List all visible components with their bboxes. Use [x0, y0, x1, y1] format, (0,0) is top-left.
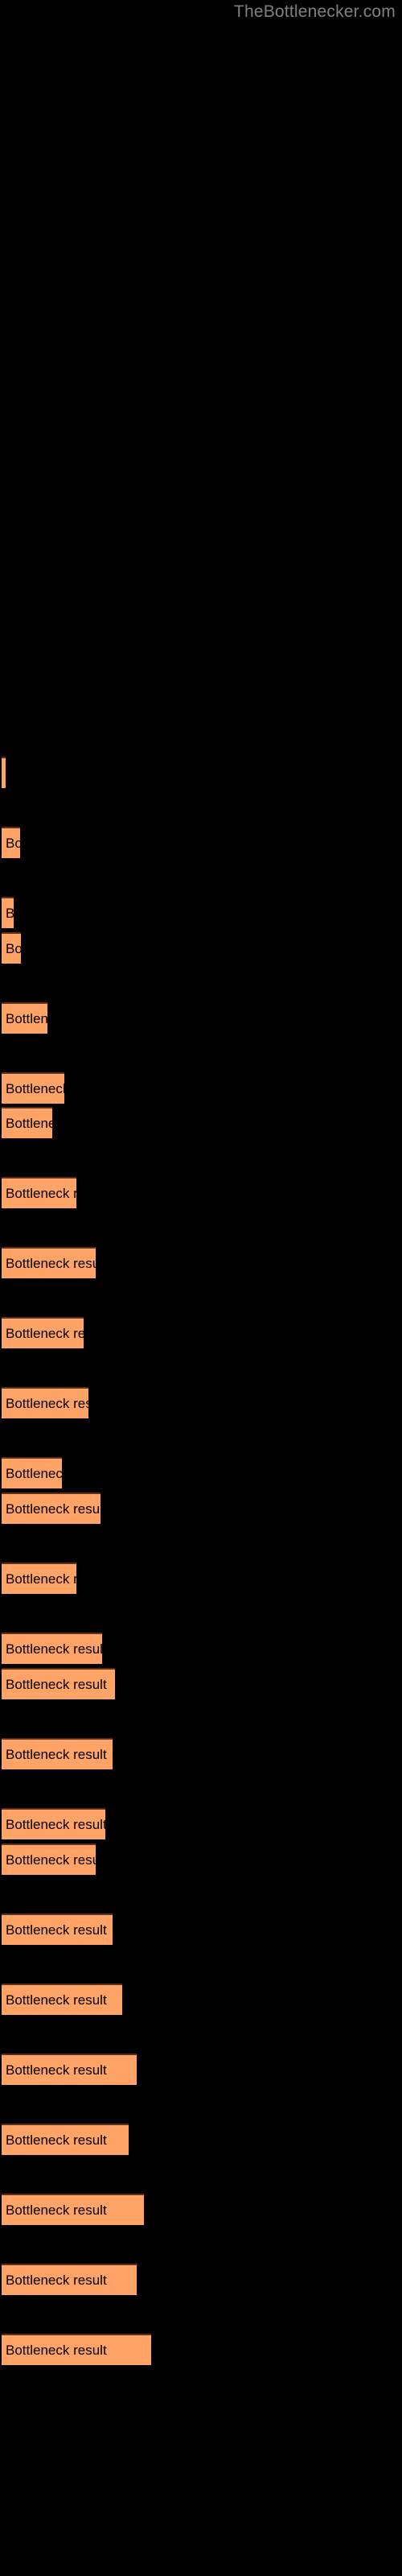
chart-bar[interactable]: Bottleneck result [2, 1247, 96, 1278]
bar-label: Bottleneck result [6, 1465, 62, 1481]
bar-label: Bottleneck result [6, 835, 20, 851]
chart-bar[interactable]: Bottleneck result [2, 2194, 144, 2225]
bar-label: Bottleneck result [6, 1115, 52, 1131]
bar-label: Bottleneck result [6, 1185, 76, 1201]
bottleneck-chart-root: Bottleneck result Bottleneck result Bottle… [0, 0, 402, 2576]
chart-bar[interactable]: Bottleneck result [2, 1107, 52, 1138]
bar-label: Bottleneck result [6, 2062, 107, 2078]
bar-label: Bottleneck result [6, 1080, 64, 1096]
bar-label: Bottleneck result [6, 1992, 107, 2008]
chart-bar[interactable]: Bottleneck result [2, 757, 6, 788]
chart-bar[interactable]: Bottleneck result [2, 1492, 100, 1524]
bar-label: Bottleneck result [6, 1325, 84, 1341]
chart-bar[interactable]: Bottleneck result [2, 1002, 47, 1034]
bar-label: Bottleneck result [6, 2342, 107, 2358]
bar-label: Bottleneck result [6, 1816, 105, 1832]
chart-bar[interactable]: Bottleneck result [2, 2054, 137, 2085]
bar-label: Bottleneck result [6, 2132, 107, 2148]
chart-bar[interactable]: Bottleneck result [2, 897, 14, 928]
chart-bar[interactable]: Bottleneck result [2, 1738, 113, 1769]
chart-plot-area: Bottleneck result Bottleneck result Bottle… [0, 0, 402, 2576]
chart-bar[interactable]: Bottleneck result [2, 1177, 76, 1208]
bar-label: Bottleneck result [6, 1395, 88, 1411]
bar-label: Bottleneck result [6, 1010, 47, 1026]
chart-bar[interactable]: Bottleneck result [2, 1317, 84, 1348]
chart-bar[interactable]: Bottleneck result [2, 932, 21, 964]
chart-bar[interactable]: Bottleneck result [2, 1072, 64, 1104]
chart-bar[interactable]: Bottleneck result [2, 1457, 62, 1488]
chart-bar[interactable]: Bottleneck result [2, 1843, 96, 1875]
bar-label: Bottleneck result [6, 2202, 107, 2218]
bar-label: Bottleneck result [6, 940, 21, 956]
bar-label: Bottleneck result [6, 1571, 76, 1587]
chart-bar[interactable]: Bottleneck result [2, 1808, 105, 1839]
chart-bar[interactable]: Bottleneck result [2, 1913, 113, 1945]
chart-bar[interactable]: Bottleneck result [2, 827, 20, 858]
bar-label: Bottleneck result [6, 1922, 107, 1938]
bar-label: Bottleneck result [6, 1641, 102, 1657]
chart-bar[interactable]: Bottleneck result [2, 2334, 151, 2365]
chart-bar[interactable]: Bottleneck result [2, 1984, 122, 2015]
site-watermark-title: TheBottlenecker.com [233, 2, 396, 21]
chart-bar[interactable]: Bottleneck result [2, 1563, 76, 1594]
bar-label: Bottleneck result [6, 1255, 96, 1271]
bar-label: Bottleneck result [6, 1746, 107, 1762]
chart-bar[interactable]: Bottleneck result [2, 1668, 115, 1699]
bar-label: Bottleneck result [6, 2272, 107, 2288]
chart-bar[interactable]: Bottleneck result [2, 2264, 137, 2295]
bar-label: Bottleneck result [6, 906, 14, 922]
chart-bar[interactable]: Bottleneck result [2, 2124, 129, 2155]
bar-label: Bottleneck result [6, 1676, 107, 1692]
bar-label: Bottleneck result [6, 1501, 100, 1517]
chart-bar[interactable]: Bottleneck result [2, 1633, 102, 1664]
bar-label: Bottleneck result [6, 1852, 96, 1868]
chart-bar[interactable]: Bottleneck result [2, 1387, 88, 1418]
